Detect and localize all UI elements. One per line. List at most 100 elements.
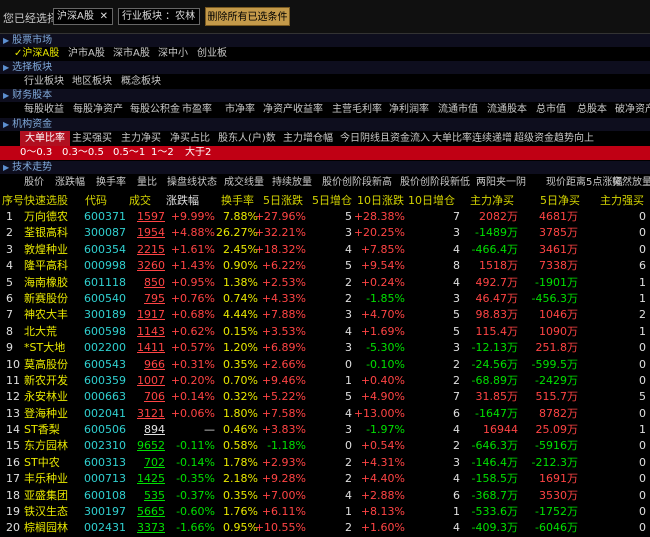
column-header[interactable]: 主力强买 <box>600 193 644 209</box>
sector-tab[interactable]: 概念板块 <box>121 74 161 89</box>
column-header[interactable]: 10日涨跌 <box>357 193 404 209</box>
column-header[interactable]: 10日增仓 <box>408 193 455 209</box>
ratio-range-option[interactable]: 0～0.3 <box>20 146 52 160</box>
table-row[interactable]: 2 荃银高科 300087 1954 +4.88% 26.27% +32.21% 3 +20.2… <box>0 225 650 241</box>
table-row[interactable]: 6 新赛股份 600540 795 +0.76% 0.74% +4.33% 2 -1.85% 3 4… <box>0 291 650 307</box>
table-row[interactable]: 5 海南橡胶 601118 850 +0.95% 1.38% +2.53% 2 +0.24% 4 4… <box>0 275 650 291</box>
inst-tab[interactable]: 主力净买 <box>121 131 161 146</box>
column-header[interactable]: 换手率 <box>221 193 254 209</box>
stock-name[interactable]: 铁汉生态 <box>24 504 68 520</box>
close-icon[interactable]: ✕ <box>100 9 108 24</box>
stock-name[interactable]: 隆平高科 <box>24 258 68 274</box>
finance-option[interactable]: 市净率 <box>225 102 255 117</box>
stock-name[interactable]: 神农大丰 <box>24 307 68 323</box>
finance-option[interactable]: 流通市值 <box>438 102 478 117</box>
table-row[interactable]: 8 北大荒 600598 1143 +0.62% 0.15% +3.53% 4 +1.69% 5 1… <box>0 324 650 340</box>
finance-option[interactable]: 总市值 <box>536 102 566 117</box>
table-row[interactable]: 10 莫高股份 600543 966 +0.31% 0.35% +2.66% 0 -0.10% 2… <box>0 357 650 373</box>
stock-name[interactable]: ST香梨 <box>24 422 60 438</box>
stock-name[interactable]: 荃银高科 <box>24 225 68 241</box>
tech-option[interactable]: 两阳夹一阴 <box>476 175 526 190</box>
table-row[interactable]: 11 新农开发 600359 1007 +0.20% 0.70% +9.46% 1 +0.40%… <box>0 373 650 389</box>
tech-option[interactable]: 突然放量 <box>612 175 650 190</box>
sector-tab[interactable]: 地区板块 <box>72 74 112 89</box>
inst-tab[interactable]: 大单比率连续递增 <box>432 131 512 146</box>
tech-option[interactable]: 成交线量 <box>224 175 264 190</box>
finance-option[interactable]: 每股收益 <box>24 102 64 117</box>
stock-name[interactable]: *ST大地 <box>24 340 65 356</box>
column-header[interactable]: 5日涨跌 <box>263 193 303 209</box>
column-header[interactable]: 5日增仓 <box>312 193 352 209</box>
selected-sector-chip[interactable]: 行业板块 ：农林 <box>118 8 200 25</box>
stock-name[interactable]: 亚盛集团 <box>24 488 68 504</box>
finance-option[interactable]: 净资产收益率 <box>263 102 323 117</box>
sector-tab[interactable]: 行业板块 <box>24 74 64 89</box>
stock-name[interactable]: 新赛股份 <box>24 291 68 307</box>
finance-option[interactable]: 市盈率 <box>182 102 212 117</box>
ratio-range-option[interactable]: 1～2 <box>151 146 174 160</box>
finance-option[interactable]: 每股净资产 <box>73 102 123 117</box>
stock-name[interactable]: 海南橡胶 <box>24 275 68 291</box>
table-row[interactable]: 17 丰乐种业 000713 1425 -0.35% 2.18% +9.28% 2 +4.40%… <box>0 471 650 487</box>
table-row[interactable]: 20 棕榈园林 002431 3373 -1.66% 0.95% +10.55% 2 +1.60… <box>0 520 650 536</box>
stock-name[interactable]: 新农开发 <box>24 373 68 389</box>
ratio-range-option[interactable]: 大于2 <box>185 146 211 160</box>
table-row[interactable]: 18 亚盛集团 600108 535 -0.37% 0.35% +7.00% 4 +2.88% 6… <box>0 488 650 504</box>
tech-option[interactable]: 股价创阶段新高 <box>322 175 392 190</box>
inst-tab[interactable]: 超级资金趋势向上 <box>514 131 594 146</box>
section-tech[interactable]: ▶ 技术走势 <box>0 161 650 174</box>
finance-option[interactable]: 总股本 <box>577 102 607 117</box>
column-header[interactable]: 快速选股 <box>24 193 68 209</box>
tech-option[interactable]: 换手率 <box>96 175 126 190</box>
stock-name[interactable]: 永安林业 <box>24 389 68 405</box>
finance-option[interactable]: 净利润率 <box>389 102 429 117</box>
section-inst[interactable]: ▶ 机构资金 <box>0 118 650 131</box>
section-finance[interactable]: ▶ 财务股本 <box>0 89 650 102</box>
column-header[interactable]: 主力净买 <box>470 193 514 209</box>
finance-option[interactable]: 主营毛利率 <box>332 102 382 117</box>
section-sector[interactable]: ▶ 选择板块 <box>0 61 650 74</box>
ratio-range-option[interactable]: 0.5～1 <box>113 146 145 160</box>
table-row[interactable]: 1 万向德农 600371 1597 +9.99% 7.88% +27.96% 5 +28.38… <box>0 209 650 225</box>
stock-name[interactable]: 丰乐种业 <box>24 471 68 487</box>
market-option[interactable]: ✓沪深A股 <box>14 46 59 61</box>
table-row[interactable]: 13 登海种业 002041 3121 +0.06% 1.80% +7.58% 4 +13.00… <box>0 406 650 422</box>
selected-market-chip[interactable]: 沪深A股 ✕ <box>53 8 113 25</box>
tech-option[interactable]: 涨跌幅 <box>55 175 85 190</box>
table-row[interactable]: 16 ST中农 600313 702 -0.14% 1.78% +2.93% 2 +4.31% 3… <box>0 455 650 471</box>
market-option[interactable]: 沪市A股 <box>68 46 105 61</box>
table-row[interactable]: 7 神农大丰 300189 1917 +0.68% 4.44% +7.88% 3 +4.70% 5… <box>0 307 650 323</box>
column-header[interactable]: 涨跌幅 <box>166 193 199 209</box>
table-row[interactable]: 3 敦煌种业 600354 2215 +1.61% 2.45% +18.32% 4 +7.85%… <box>0 242 650 258</box>
stock-name[interactable]: 万向德农 <box>24 209 68 225</box>
table-row[interactable]: 12 永安林业 000663 706 +0.14% 0.32% +5.22% 5 +4.90% 7… <box>0 389 650 405</box>
stock-name[interactable]: 北大荒 <box>24 324 57 340</box>
market-option[interactable]: 创业板 <box>197 46 227 61</box>
inst-tab[interactable]: 股东人(户)数 <box>218 131 276 146</box>
inst-tab[interactable]: 主力增仓幅 <box>283 131 333 146</box>
table-row[interactable]: 4 隆平高科 000998 3260 +1.43% 0.90% +6.22% 5 +9.54% 8… <box>0 258 650 274</box>
column-header[interactable]: 5日净买 <box>540 193 580 209</box>
stock-name[interactable]: 东方园林 <box>24 438 68 454</box>
column-header[interactable]: 成交 <box>129 193 151 209</box>
tech-option[interactable]: 量比 <box>137 175 157 190</box>
stock-name[interactable]: 棕榈园林 <box>24 520 68 536</box>
market-option[interactable]: 深市A股 <box>113 46 150 61</box>
tech-option[interactable]: 股价 <box>24 175 44 190</box>
stock-name[interactable]: 敦煌种业 <box>24 242 68 258</box>
inst-tab[interactable]: 今日阴线且资金流入 <box>340 131 430 146</box>
finance-option[interactable]: 流通股本 <box>487 102 527 117</box>
ratio-range-option[interactable]: 0.3～0.5 <box>62 146 104 160</box>
tech-option[interactable]: 操盘线状态 <box>167 175 217 190</box>
table-row[interactable]: 19 铁汉生态 300197 5665 -0.60% 1.76% +6.11% 1 +8.13%… <box>0 504 650 520</box>
stock-name[interactable]: 登海种业 <box>24 406 68 422</box>
stock-name[interactable]: ST中农 <box>24 455 60 471</box>
stock-name[interactable]: 莫高股份 <box>24 357 68 373</box>
tech-option[interactable]: 持续放量 <box>272 175 312 190</box>
clear-all-button[interactable]: 删除所有已选条件 <box>205 7 290 26</box>
finance-option[interactable]: 破净资产 <box>615 102 650 117</box>
finance-option[interactable]: 每股公积金 <box>130 102 180 117</box>
inst-tab[interactable]: 主买强买 <box>72 131 112 146</box>
inst-tab[interactable]: 净买占比 <box>170 131 210 146</box>
inst-tab[interactable]: 大单比率 <box>20 131 70 146</box>
